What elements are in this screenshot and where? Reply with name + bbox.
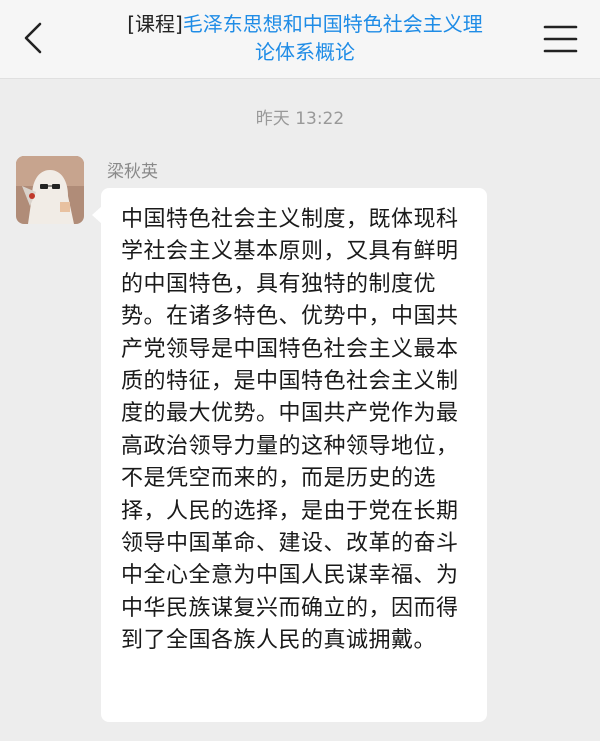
message-bubble[interactable]: 中国特色社会主义制度，既体现科学社会主义基本原则，又具有鲜明的中国特色，具有独特…: [101, 188, 487, 722]
course-title[interactable]: 毛泽东思想和中国特色社会主义理论体系概论: [183, 12, 483, 64]
back-button[interactable]: [14, 18, 54, 58]
sender-name: 梁秋英: [107, 162, 158, 182]
message-timestamp: 昨天 13:22: [255, 109, 345, 129]
hamburger-menu-icon: [543, 25, 578, 53]
menu-button[interactable]: [540, 22, 580, 56]
avatar-image: [16, 156, 84, 224]
chevron-left-icon: [24, 22, 42, 54]
course-tag: [课程]: [127, 12, 183, 36]
page-title: [课程]毛泽东思想和中国特色社会主义理论体系概论: [125, 10, 485, 66]
top-bar: [课程]毛泽东思想和中国特色社会主义理论体系概论: [0, 0, 600, 79]
avatar[interactable]: [16, 156, 84, 224]
